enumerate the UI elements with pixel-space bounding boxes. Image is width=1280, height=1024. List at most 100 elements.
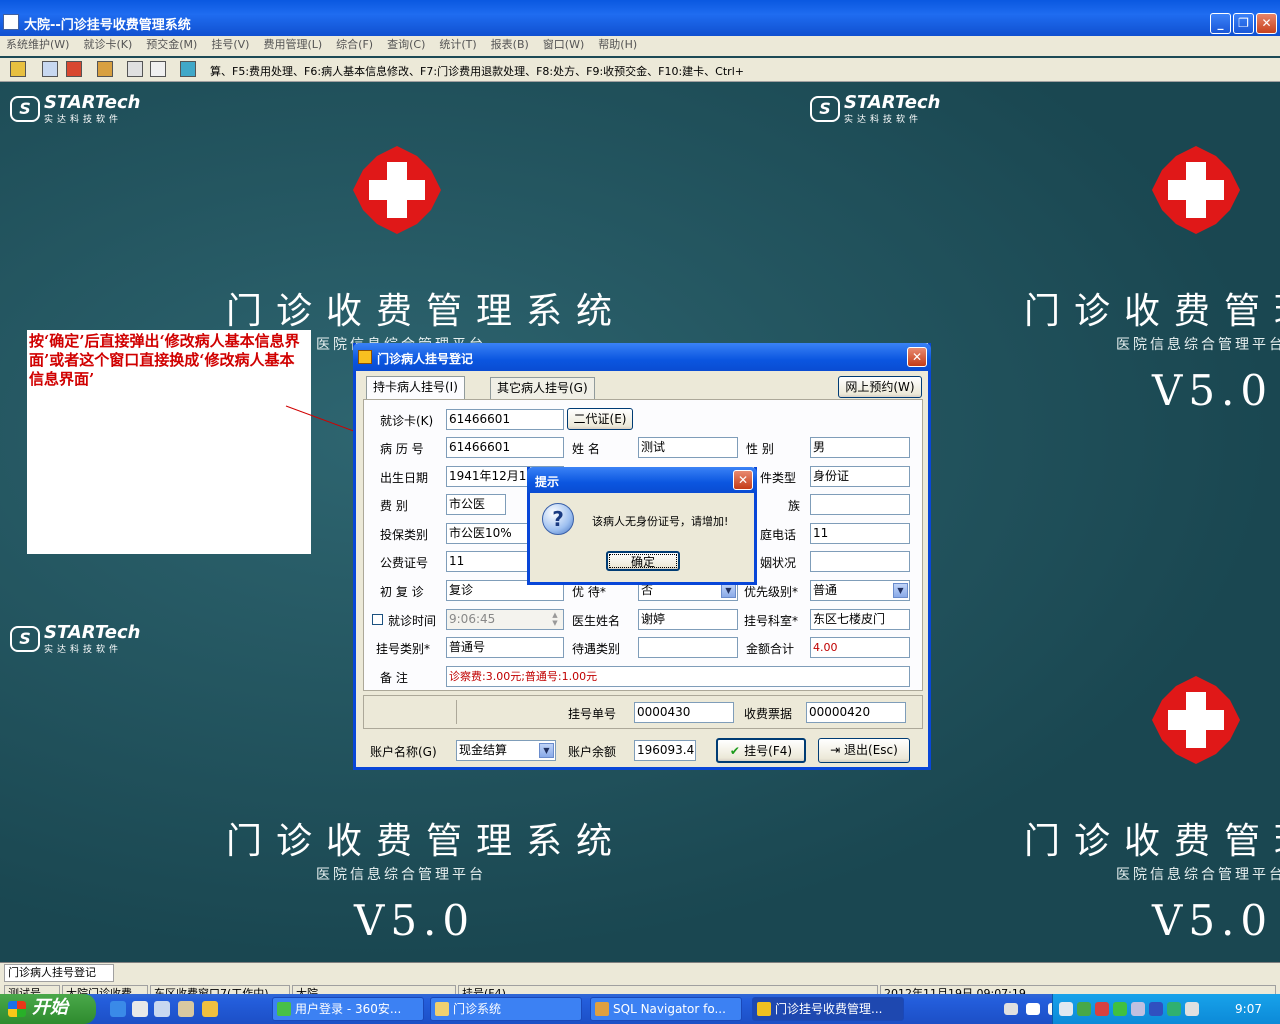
- receipt-label: 收费票据: [744, 707, 793, 721]
- record-input[interactable]: 61466601: [446, 437, 564, 458]
- online-booking-button[interactable]: 网上预约(W): [838, 376, 922, 398]
- regtype-input[interactable]: 普通号: [446, 637, 564, 658]
- book-icon[interactable]: [97, 61, 113, 77]
- card-icon[interactable]: [66, 61, 82, 77]
- status-icon[interactable]: [1167, 1002, 1181, 1016]
- chevron-down-icon[interactable]: ▼: [721, 583, 736, 598]
- network-icon[interactable]: [1059, 1002, 1073, 1016]
- insure-label: 投保类别: [380, 528, 429, 542]
- fee-input[interactable]: 市公医: [446, 494, 506, 515]
- tab-other-patient[interactable]: 其它病人挂号(G): [490, 377, 595, 399]
- spinner-icon[interactable]: ▲ ▼: [548, 611, 562, 628]
- desktop-version: V5.0: [1152, 366, 1274, 415]
- messagebox-titlebar: 提示 ✕: [527, 467, 757, 493]
- favor-label: 优 待*: [572, 585, 606, 599]
- account-select[interactable]: 现金结算 ▼: [456, 740, 556, 761]
- visit-time-checkbox[interactable]: [372, 614, 383, 625]
- menu-query[interactable]: 查询(C): [381, 36, 433, 54]
- balance-input[interactable]: 196093.4: [634, 740, 696, 761]
- remark-input[interactable]: 诊察费:3.00元;普通号:1.00元: [446, 666, 910, 687]
- thermometer-icon[interactable]: [10, 61, 26, 77]
- name-input[interactable]: 测试: [638, 437, 738, 458]
- menu-composite[interactable]: 综合(F): [330, 36, 381, 54]
- shield-icon[interactable]: [1077, 1002, 1091, 1016]
- chevron-down-icon[interactable]: ▼: [539, 743, 554, 758]
- visit-time-input[interactable]: 9:06:45 ▲ ▼: [446, 609, 564, 630]
- menu-help[interactable]: 帮助(H): [592, 36, 645, 54]
- update-icon[interactable]: [1113, 1002, 1127, 1016]
- minimize-button[interactable]: _: [1210, 13, 1231, 34]
- desktop-title: 门诊收费管理系统: [226, 291, 627, 332]
- taskbar: 开始 用户登录 - 360安... 门诊系统 SQL Navigator fo.…: [0, 994, 1280, 1024]
- doctor-input[interactable]: 谢婷: [638, 609, 738, 630]
- receipt-input[interactable]: 00000420: [806, 702, 906, 723]
- menu-system[interactable]: 系统维护(W): [0, 36, 77, 54]
- chart-icon[interactable]: [180, 61, 196, 77]
- phone-input[interactable]: 11: [810, 523, 910, 544]
- status-window-tab[interactable]: 门诊病人挂号登记: [4, 964, 114, 982]
- app-quicklaunch-icon[interactable]: [178, 1001, 194, 1017]
- desktop-version: V5.0: [1152, 896, 1274, 945]
- menu-fee[interactable]: 费用管理(L): [257, 36, 330, 54]
- ie-icon[interactable]: [110, 1001, 126, 1017]
- messagebox-close-button[interactable]: ✕: [733, 470, 753, 490]
- menu-window[interactable]: 窗口(W): [537, 36, 592, 54]
- checkmark-icon: ✔: [729, 744, 745, 758]
- card-input[interactable]: 61466601: [446, 409, 564, 430]
- close-button[interactable]: ✕: [1256, 13, 1277, 34]
- start-button[interactable]: 开始: [0, 994, 96, 1024]
- sex-input[interactable]: 男: [810, 437, 910, 458]
- task-sql-navigator[interactable]: SQL Navigator fo...: [590, 997, 742, 1021]
- desktop-subtitle: 医院信息综合管理平台: [316, 867, 486, 883]
- tab-card-patient[interactable]: 持卡病人挂号(I): [366, 376, 465, 400]
- star-icon[interactable]: [202, 1001, 218, 1017]
- media-icon[interactable]: [154, 1001, 170, 1017]
- dept-input[interactable]: 东区七楼皮门: [810, 609, 910, 630]
- sound-icon[interactable]: [1185, 1002, 1199, 1016]
- new-doc-icon[interactable]: [42, 61, 58, 77]
- windows-logo-icon: [8, 1001, 26, 1017]
- nation-input[interactable]: [810, 494, 910, 515]
- connection-icon[interactable]: [1149, 1002, 1163, 1016]
- priority-select[interactable]: 普通 ▼: [810, 580, 910, 601]
- menu-card[interactable]: 就诊卡(K): [77, 36, 140, 54]
- ok-button[interactable]: 确定: [606, 551, 680, 571]
- pubno-label: 公费证号: [380, 556, 429, 570]
- task-registration[interactable]: 门诊挂号收费管理...: [752, 997, 904, 1021]
- menu-register[interactable]: 挂号(V): [205, 36, 257, 54]
- nation-label: 族: [788, 499, 801, 513]
- register-button[interactable]: ✔ 挂号(F4): [716, 738, 806, 763]
- treat-input[interactable]: [638, 637, 738, 658]
- antivirus-icon[interactable]: [1095, 1002, 1109, 1016]
- menu-deposit[interactable]: 预交金(M): [140, 36, 205, 54]
- help-icon[interactable]: [1026, 1003, 1040, 1015]
- total-input[interactable]: 4.00: [810, 637, 910, 658]
- menu-stats[interactable]: 统计(T): [433, 36, 484, 54]
- idtype-input[interactable]: 身份证: [810, 466, 910, 487]
- red-cross-icon: [353, 146, 441, 234]
- regno-input[interactable]: 0000430: [634, 702, 734, 723]
- menu-bar: 系统维护(W) 就诊卡(K) 预交金(M) 挂号(V) 费用管理(L) 综合(F…: [0, 36, 1280, 56]
- phone-label: 庭电话: [760, 528, 797, 542]
- messagebox-text: 该病人无身份证号，请增加!: [592, 515, 729, 528]
- id-card-button[interactable]: 二代证(E): [567, 408, 633, 430]
- desktop-icon[interactable]: [132, 1001, 148, 1017]
- task-clinic-system[interactable]: 门诊系统: [430, 997, 582, 1021]
- restore-button[interactable]: ❐: [1233, 13, 1254, 34]
- calculator-icon[interactable]: [127, 61, 143, 77]
- priority-label: 优先级别*: [744, 585, 799, 599]
- dialog-titlebar: 门诊病人挂号登记 ✕: [353, 343, 931, 371]
- card-label: 就诊卡(K): [380, 414, 434, 428]
- chevron-down-icon[interactable]: ▼: [893, 583, 908, 598]
- desktop-title: 门诊收费管理系统: [1024, 291, 1280, 332]
- menu-report[interactable]: 报表(B): [485, 36, 537, 54]
- exit-button[interactable]: ⇥ 退出(Esc): [818, 738, 910, 763]
- table-icon[interactable]: [150, 61, 166, 77]
- desktop-title: 门诊收费管理系统: [1024, 821, 1280, 862]
- marital-input[interactable]: [810, 551, 910, 572]
- dialog-close-button[interactable]: ✕: [907, 347, 927, 367]
- messagebox-title: 提示: [535, 475, 560, 489]
- keyboard-icon[interactable]: [1004, 1003, 1018, 1015]
- volume-icon[interactable]: [1131, 1002, 1145, 1016]
- task-360-login[interactable]: 用户登录 - 360安...: [272, 997, 424, 1021]
